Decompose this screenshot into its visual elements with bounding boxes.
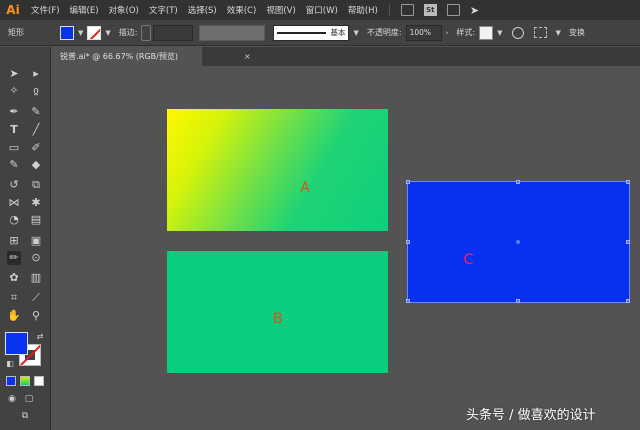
gradient-icon[interactable]: ▣ xyxy=(29,234,43,248)
close-icon[interactable]: × xyxy=(244,52,251,61)
selection-handle[interactable] xyxy=(516,180,520,184)
chevron-right-icon[interactable]: › xyxy=(446,29,449,37)
curvature-icon[interactable]: ✎ xyxy=(29,105,43,119)
brush-definition-select[interactable]: 基本 xyxy=(273,24,350,41)
menu-effect[interactable]: 效果(C) xyxy=(222,4,262,16)
menu-file[interactable]: 文件(F) xyxy=(26,4,65,16)
chevron-down-icon[interactable]: ▼ xyxy=(555,29,560,37)
menu-type[interactable]: 文字(T) xyxy=(144,4,183,16)
screen-mode-icon[interactable]: ▢ xyxy=(22,392,36,406)
app-logo: Ai xyxy=(6,3,20,17)
edit-toolbar-icon[interactable]: ⧉ xyxy=(18,409,32,423)
type-icon[interactable]: T xyxy=(7,123,21,137)
column-graph-icon[interactable]: ▥ xyxy=(29,271,43,285)
symbol-sprayer-icon[interactable]: ✿ xyxy=(7,271,21,285)
rectangle-a-label: A xyxy=(300,180,310,196)
menu-object[interactable]: 对象(O) xyxy=(104,4,144,16)
draw-mode-icon[interactable]: ◉ xyxy=(5,392,19,406)
bridge-icon[interactable] xyxy=(400,4,414,16)
eraser-icon[interactable]: ◆ xyxy=(29,158,43,172)
selection-icon[interactable]: ➤ xyxy=(7,67,21,81)
watermark-text: 头条号 / 做喜欢的设计 xyxy=(466,408,596,423)
document-tab-bar: 锐普.ai* @ 66.67% (RGB/预览) × xyxy=(52,47,640,66)
brush-definition-value: 基本 xyxy=(330,28,346,37)
pen-icon[interactable]: ✒ xyxy=(7,105,21,119)
selection-handle[interactable] xyxy=(406,240,410,244)
graphic-style-swatch[interactable] xyxy=(479,25,494,40)
variable-width-profile[interactable] xyxy=(199,24,266,41)
rectangle-b-label: B xyxy=(272,311,283,327)
stroke-color-swatch[interactable] xyxy=(87,25,102,40)
width-icon[interactable]: ⋈ xyxy=(7,196,21,210)
style-label: 样式: xyxy=(456,28,476,37)
rectangle-icon[interactable]: ▭ xyxy=(7,141,21,155)
recolor-artwork-icon[interactable] xyxy=(512,26,525,39)
artboard-icon[interactable]: ⌗ xyxy=(7,291,21,305)
fill-color-box[interactable] xyxy=(5,332,28,355)
arrange-documents-icon[interactable] xyxy=(446,4,460,16)
menu-window[interactable]: 窗口(W) xyxy=(301,4,343,16)
illustrator-window: Ai 文件(F) 编辑(E) 对象(O) 文字(T) 选择(S) 效果(C) 视… xyxy=(0,0,640,430)
rotate-icon[interactable]: ↺ xyxy=(7,178,21,192)
rectangle-b[interactable]: B xyxy=(167,251,388,373)
selection-handle[interactable] xyxy=(626,240,630,244)
shaper-icon[interactable]: ✎ xyxy=(7,158,21,172)
scale-icon[interactable]: ⧉ xyxy=(29,178,43,192)
lasso-icon[interactable]: ჲ xyxy=(29,84,43,98)
none-mode-icon[interactable] xyxy=(34,376,44,386)
selection-handle[interactable] xyxy=(626,180,630,184)
gradient-mode-icon[interactable] xyxy=(20,376,30,386)
rectangle-c-label: C xyxy=(463,252,474,268)
chevron-down-icon[interactable]: ▼ xyxy=(353,29,358,37)
align-to-selection-icon[interactable] xyxy=(534,27,548,38)
direct-selection-icon[interactable]: ▸ xyxy=(29,67,43,81)
puppet-warp-icon[interactable]: ✱ xyxy=(29,196,43,210)
mesh-icon[interactable]: ⊞ xyxy=(7,234,21,248)
perspective-icon[interactable]: ▤ xyxy=(29,213,43,227)
artboard-canvas[interactable]: A B C xyxy=(52,66,640,430)
hand-icon[interactable]: ✋ xyxy=(7,309,21,323)
send-icon[interactable]: ➤ xyxy=(465,4,484,17)
stroke-label: 描边: xyxy=(118,28,138,37)
default-colors-icon[interactable]: ◧ xyxy=(3,357,17,371)
selection-handle[interactable] xyxy=(626,299,630,303)
menu-view[interactable]: 视图(V) xyxy=(261,4,300,16)
shape-builder-icon[interactable]: ◔ xyxy=(7,213,21,227)
stroke-weight-stepper[interactable] xyxy=(141,24,152,41)
menu-divider xyxy=(388,4,390,16)
blend-icon[interactable]: ⊙ xyxy=(29,251,43,265)
stroke-weight-input[interactable] xyxy=(153,24,194,41)
rectangle-a[interactable]: A xyxy=(167,109,388,231)
object-type-label: 矩形 xyxy=(8,28,24,37)
tools-panel: ➤ ▸ ✧ ჲ ✒ ✎ T ╱ ▭ ✐ ✎ ◆ ↺ ⧉ ⋈ ✱ ◔ ▤ ⊞ ▣ … xyxy=(0,47,51,430)
menu-help[interactable]: 帮助(H) xyxy=(343,4,383,16)
selection-handle[interactable] xyxy=(406,180,410,184)
selection-handle[interactable] xyxy=(406,299,410,303)
control-bar: 矩形 ▼ ▼ 描边: 基本 ▼ 不透明度: 100% › 样式: ▼ ▼ 变换 xyxy=(0,20,640,46)
magic-wand-icon[interactable]: ✧ xyxy=(7,84,21,98)
fill-color-swatch[interactable] xyxy=(60,25,74,40)
paintbrush-icon[interactable]: ✐ xyxy=(29,141,43,155)
chevron-down-icon[interactable]: ▼ xyxy=(497,29,502,37)
menu-edit[interactable]: 编辑(E) xyxy=(65,4,104,16)
transform-label[interactable]: 变换 xyxy=(565,27,589,38)
menu-select[interactable]: 选择(S) xyxy=(183,4,222,16)
stock-icon[interactable]: St xyxy=(423,4,437,16)
swap-colors-icon[interactable]: ⇄ xyxy=(33,330,47,344)
selection-center-point xyxy=(516,240,520,244)
selection-handle[interactable] xyxy=(516,299,520,303)
chevron-down-icon[interactable]: ▼ xyxy=(105,29,110,37)
stroke-preview xyxy=(277,31,327,34)
document-tab[interactable]: 锐普.ai* @ 66.67% (RGB/预览) xyxy=(52,47,202,66)
menu-bar: Ai 文件(F) 编辑(E) 对象(O) 文字(T) 选择(S) 效果(C) 视… xyxy=(0,0,640,20)
opacity-input[interactable]: 100% xyxy=(405,24,442,41)
zoom-icon[interactable]: ⚲ xyxy=(29,309,43,323)
line-icon[interactable]: ╱ xyxy=(29,123,43,137)
opacity-label: 不透明度: xyxy=(366,28,402,37)
chevron-down-icon[interactable]: ▼ xyxy=(78,29,83,37)
color-mode-icon[interactable] xyxy=(6,376,16,386)
eyedropper-icon[interactable]: ✏ xyxy=(7,251,21,265)
slice-icon[interactable]: ⟋ xyxy=(29,291,43,305)
